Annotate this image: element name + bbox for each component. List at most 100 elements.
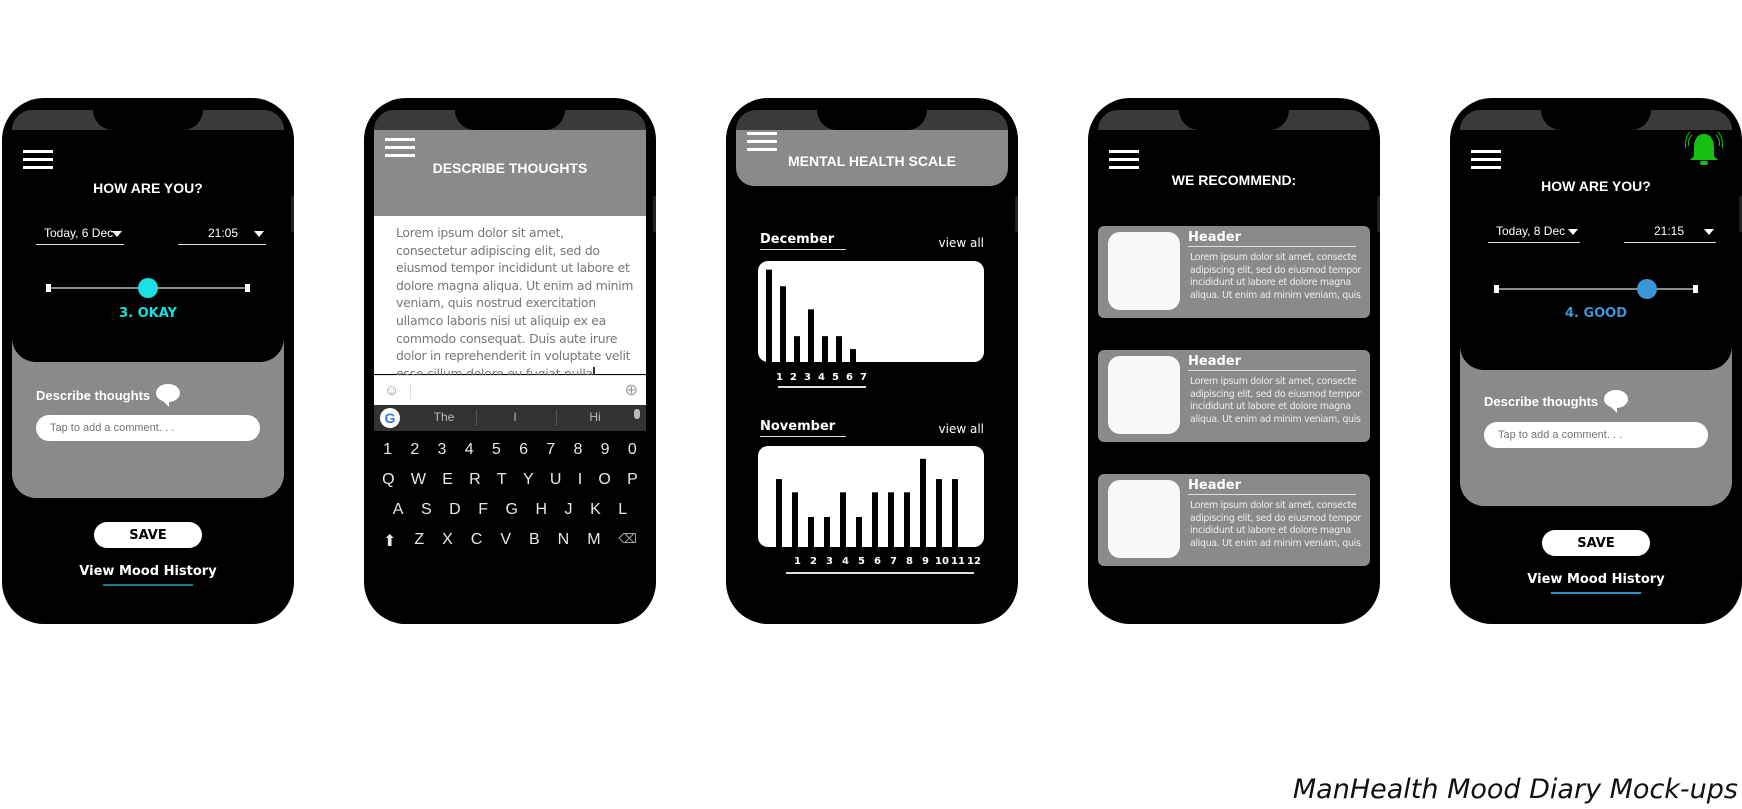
key-u[interactable]: U [550, 471, 562, 489]
key-f[interactable]: F [478, 501, 488, 519]
notification-bell-icon[interactable] [1684, 130, 1724, 172]
suggestion[interactable]: Hi [560, 410, 630, 424]
x-tick-label: 4 [818, 372, 825, 383]
menu-icon[interactable] [1109, 150, 1139, 172]
time-dropdown[interactable]: 21:05 [178, 224, 266, 245]
key-h[interactable]: H [535, 501, 547, 519]
recommendation-card[interactable]: Header Lorem ipsum dolor sit amet, conse… [1098, 474, 1370, 566]
chevron-down-icon [1568, 229, 1578, 235]
view-mood-history-link[interactable]: View Mood History [12, 564, 284, 579]
key-backspace[interactable]: ⌫ [619, 531, 637, 551]
thoughts-textarea[interactable]: Lorem ipsum dolor sit amet, consectetur … [374, 216, 646, 381]
key-z[interactable]: Z [414, 531, 424, 551]
slider-thumb[interactable] [1637, 279, 1657, 299]
comment-input[interactable] [1484, 422, 1708, 448]
key-shift[interactable]: ⬆ [383, 531, 396, 551]
card-image-placeholder [1108, 356, 1180, 434]
phone-side-button [291, 196, 294, 232]
key-l[interactable]: L [618, 501, 627, 519]
phone-mood-entry-good: HOW ARE YOU? Today, 8 Dec 21:15 4. GOOD … [1450, 98, 1742, 624]
key-e[interactable]: E [442, 471, 453, 489]
key-p[interactable]: P [627, 471, 638, 489]
key-3[interactable]: 3 [438, 441, 447, 459]
status-bar [1460, 110, 1732, 130]
time-value: 21:05 [208, 226, 239, 240]
phone-recommendations: WE RECOMMEND: Header Lorem ipsum dolor s… [1088, 98, 1380, 624]
key-b[interactable]: B [529, 531, 540, 551]
x-tick-label: 10 [935, 556, 949, 567]
key-2[interactable]: 2 [410, 441, 419, 459]
key-s[interactable]: S [421, 501, 432, 519]
key-g[interactable]: G [506, 501, 518, 519]
microphone-icon[interactable] [634, 409, 640, 419]
bar-2 [792, 492, 798, 547]
header-bar: DESCRIBE THOUGHTS [374, 130, 646, 216]
key-x[interactable]: X [442, 531, 453, 551]
key-c[interactable]: C [471, 531, 483, 551]
key-m[interactable]: M [587, 531, 600, 551]
describe-thoughts-label: Describe thoughts [1484, 390, 1629, 413]
keyboard: 12 345678 90 QWERTYUIOP ASDFGHJKL ⬆ Z X C V B N M… [374, 431, 646, 624]
slider-thumb[interactable] [138, 278, 158, 298]
key-1[interactable]: 1 [383, 441, 392, 459]
key-v[interactable]: V [500, 531, 511, 551]
screen: HOW ARE YOU? Today, 8 Dec 21:15 4. GOOD … [1460, 110, 1732, 624]
key-r[interactable]: R [469, 471, 481, 489]
key-0[interactable]: 0 [628, 441, 637, 459]
menu-icon[interactable] [747, 132, 777, 154]
comment-input[interactable] [36, 415, 260, 441]
date-dropdown[interactable]: Today, 8 Dec [1488, 222, 1580, 243]
view-all-november-link[interactable]: view all [939, 422, 984, 436]
key-k[interactable]: K [590, 501, 601, 519]
mood-panel: HOW ARE YOU? Today, 8 Dec 21:15 4. GOOD [1460, 110, 1732, 370]
view-all-december-link[interactable]: view all [939, 236, 984, 250]
bar-6 [856, 517, 862, 547]
key-8[interactable]: 8 [573, 441, 582, 459]
page-title: MENTAL HEALTH SCALE [788, 153, 956, 169]
emoji-icon[interactable]: ☺ [384, 382, 399, 399]
bar-7 [872, 492, 878, 547]
key-n[interactable]: N [558, 531, 570, 551]
key-o[interactable]: O [598, 471, 610, 489]
key-7[interactable]: 7 [546, 441, 555, 459]
mood-slider[interactable] [46, 278, 250, 298]
view-mood-history-link[interactable]: View Mood History [1460, 572, 1732, 587]
date-dropdown[interactable]: Today, 6 Dec [36, 224, 124, 245]
mood-slider[interactable] [1494, 279, 1698, 299]
key-a[interactable]: A [393, 501, 404, 519]
x-tick-label: 4 [842, 556, 849, 567]
key-t[interactable]: T [497, 471, 507, 489]
key-q[interactable]: Q [382, 471, 394, 489]
key-y[interactable]: Y [523, 471, 534, 489]
suggestion[interactable]: I [480, 410, 550, 424]
november-x-axis [786, 572, 974, 574]
time-dropdown[interactable]: 21:15 [1624, 222, 1716, 243]
recommendation-card[interactable]: Header Lorem ipsum dolor sit amet, conse… [1098, 226, 1370, 318]
key-i[interactable]: I [578, 471, 582, 489]
key-d[interactable]: D [449, 501, 461, 519]
november-chart [758, 446, 984, 547]
google-g-icon[interactable]: G [380, 408, 400, 428]
key-4[interactable]: 4 [465, 441, 474, 459]
card-header: Header [1188, 230, 1356, 247]
add-icon[interactable]: ⊕ [625, 380, 638, 400]
key-w[interactable]: W [411, 471, 426, 489]
key-j[interactable]: J [565, 501, 573, 519]
x-tick-label: 7 [890, 556, 897, 567]
save-button[interactable]: SAVE [94, 522, 202, 548]
recommendation-card[interactable]: Header Lorem ipsum dolor sit amet, conse… [1098, 350, 1370, 442]
key-5[interactable]: 5 [492, 441, 501, 459]
x-tick-label: 2 [810, 556, 817, 567]
x-tick-label: 2 [790, 372, 797, 383]
screen: WE RECOMMEND: Header Lorem ipsum dolor s… [1098, 110, 1370, 624]
key-6[interactable]: 6 [519, 441, 528, 459]
menu-icon[interactable] [1471, 150, 1501, 172]
menu-icon[interactable] [23, 150, 53, 172]
suggestion[interactable]: The [414, 410, 474, 424]
link-underline [1551, 592, 1641, 594]
menu-icon[interactable] [385, 138, 415, 160]
save-button[interactable]: SAVE [1542, 530, 1650, 556]
key-9[interactable]: 9 [601, 441, 610, 459]
bar-12 [952, 479, 958, 547]
input-toolbar: ☺ ⊕ [374, 375, 646, 406]
